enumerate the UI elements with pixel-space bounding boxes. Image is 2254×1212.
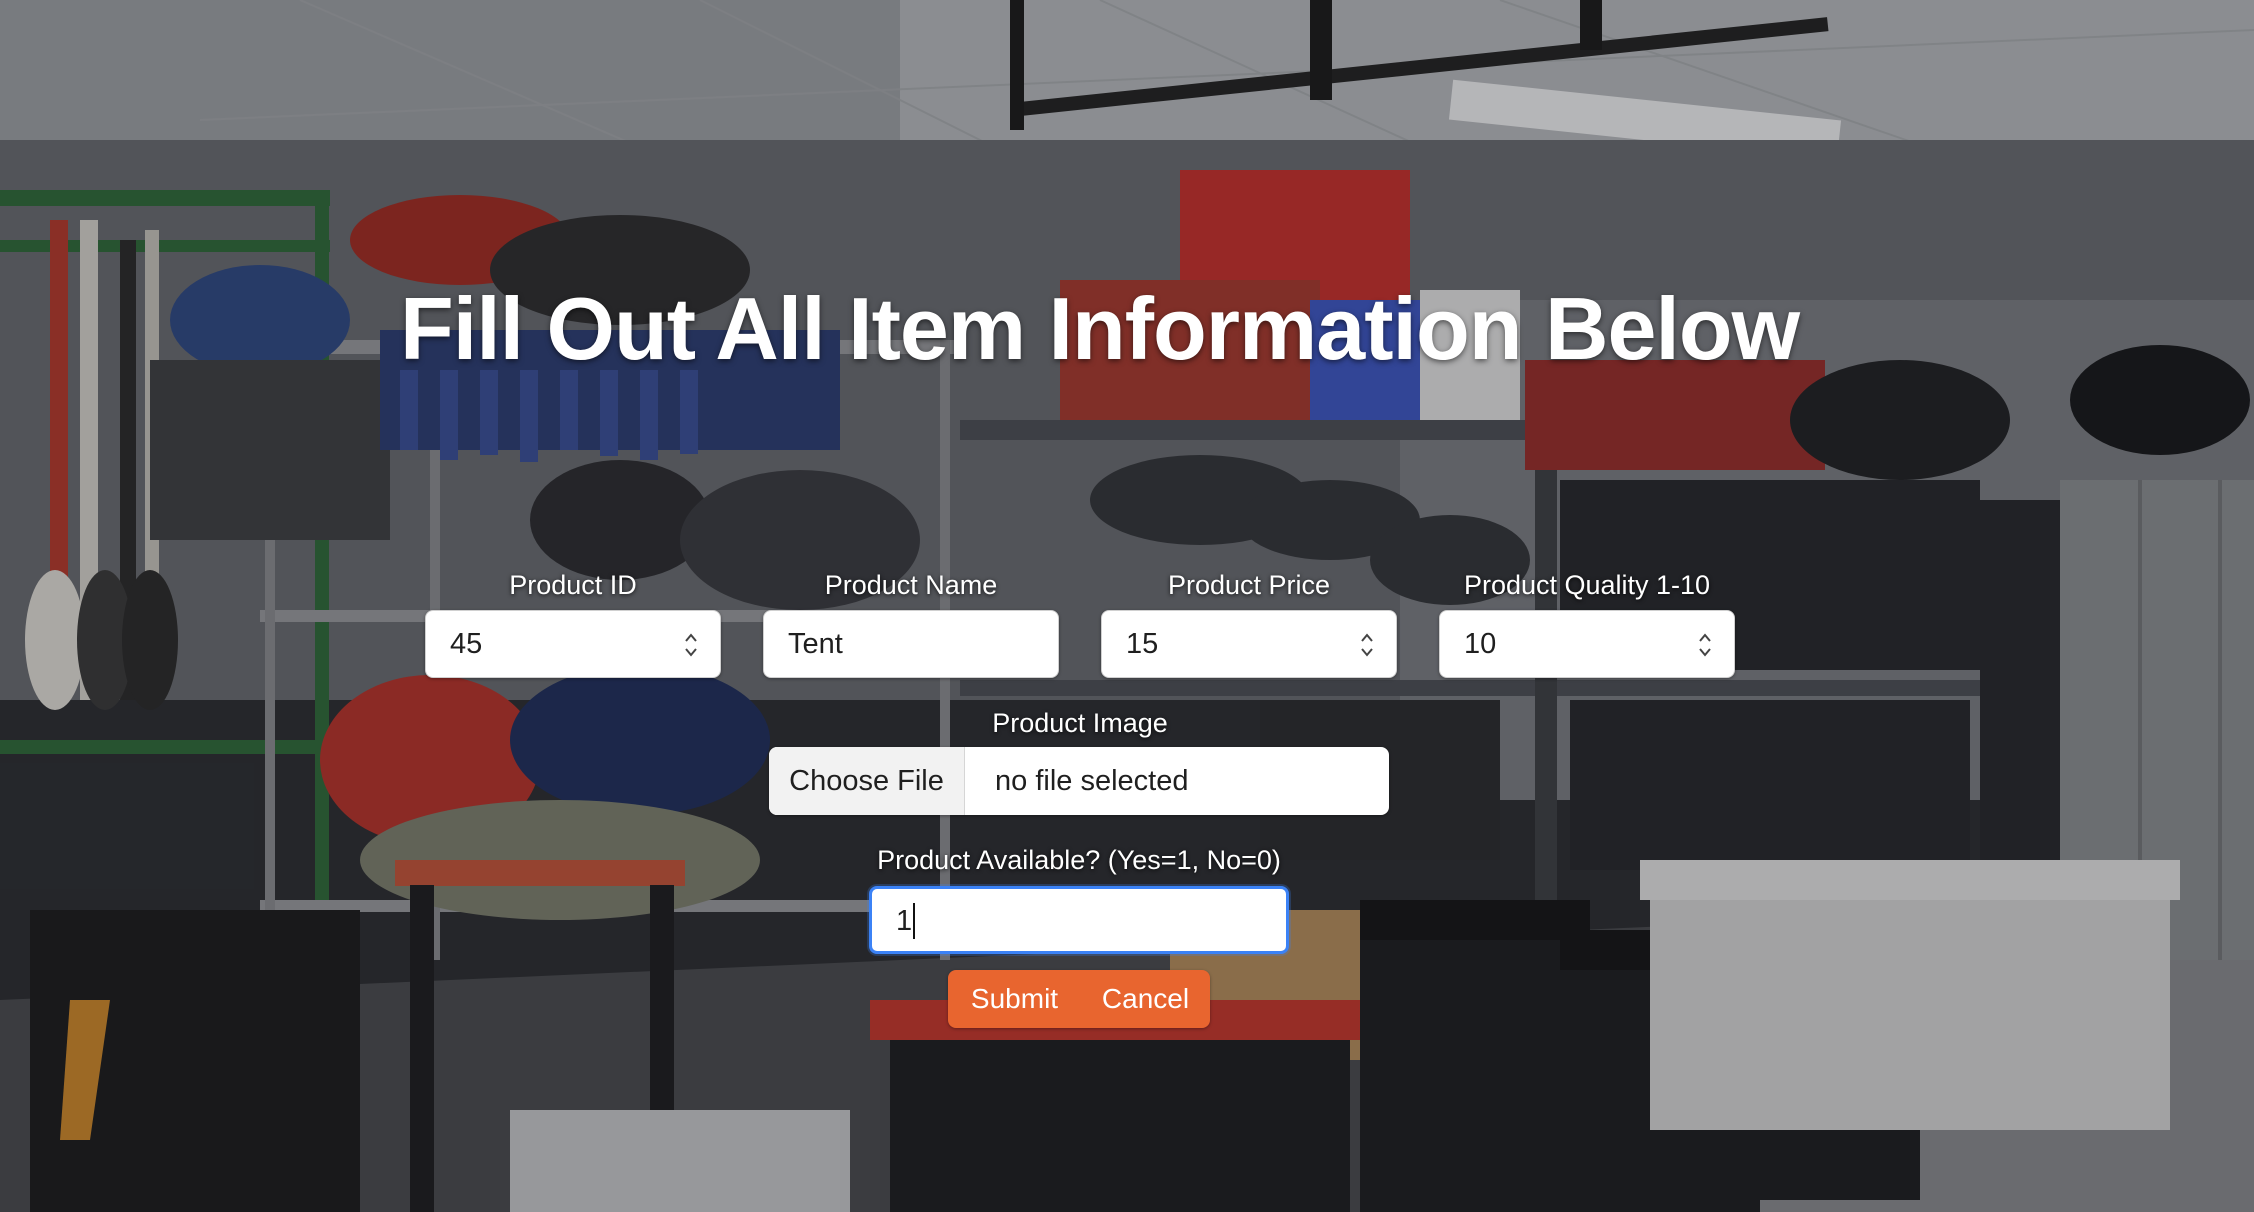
product-id-value: 45 [450, 628, 483, 660]
product-quality-label: Product Quality 1-10 [1463, 570, 1711, 600]
page-title: Fill Out All Item Information Below [400, 279, 1800, 378]
cancel-button[interactable]: Cancel [1081, 970, 1210, 1028]
product-available-input[interactable]: 1 [869, 886, 1289, 954]
product-name-value: Tent [788, 628, 843, 660]
product-quality-input[interactable]: 10 [1439, 610, 1735, 678]
choose-file-button[interactable]: Choose File [769, 747, 965, 815]
product-id-input[interactable]: 45 [425, 610, 721, 678]
file-status-text: no file selected [995, 765, 1189, 797]
background-dim-overlay [0, 0, 2254, 1212]
product-quality-value: 10 [1464, 628, 1497, 660]
form-actions: Submit Cancel [948, 970, 1210, 1028]
submit-button[interactable]: Submit [948, 970, 1081, 1028]
product-available-label: Product Available? (Yes=1, No=0) [877, 845, 1281, 875]
product-image-label: Product Image [992, 708, 1168, 738]
up-down-spinner-icon[interactable] [1698, 629, 1712, 661]
product-price-value: 15 [1126, 628, 1159, 660]
product-name-label: Product Name [824, 570, 998, 600]
product-available-value: 1 [896, 905, 913, 937]
product-price-input[interactable]: 15 [1101, 610, 1397, 678]
product-name-input[interactable]: Tent [763, 610, 1059, 678]
product-price-label: Product Price [1167, 570, 1331, 600]
product-image-file-input[interactable]: Choose File no file selected [769, 747, 1389, 815]
up-down-spinner-icon[interactable] [684, 629, 698, 661]
up-down-spinner-icon[interactable] [1360, 629, 1374, 661]
text-caret [913, 903, 915, 939]
product-id-label: Product ID [509, 570, 637, 600]
